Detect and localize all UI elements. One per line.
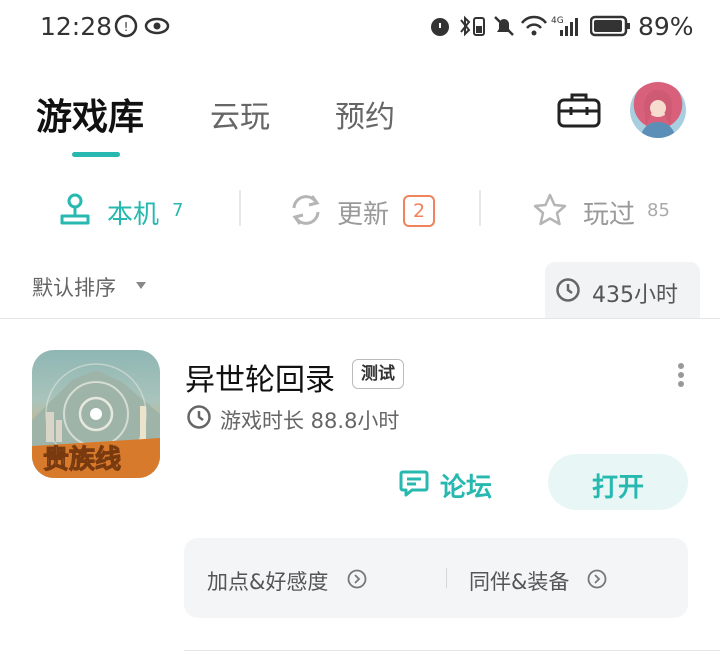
mute-icon bbox=[494, 16, 514, 36]
tab-game-library[interactable]: 游戏库 bbox=[36, 88, 144, 140]
battery-percent: 89% bbox=[638, 12, 694, 41]
sub-tab-local-count: 7 bbox=[172, 200, 184, 221]
star-icon bbox=[533, 193, 567, 226]
sub-tab-local[interactable]: 本机 bbox=[107, 194, 159, 231]
svg-text:!: ! bbox=[124, 20, 129, 34]
refresh-icon bbox=[292, 195, 320, 225]
divider bbox=[446, 568, 447, 588]
tab-reservation[interactable]: 预约 bbox=[335, 92, 395, 136]
toolbox-icon[interactable] bbox=[557, 92, 601, 128]
play-time: 游戏时长 88.8小时 bbox=[220, 409, 400, 433]
sub-tab-played[interactable]: 玩过 bbox=[583, 194, 635, 231]
status-bar: 12:28 ! 4G 89% bbox=[0, 0, 720, 56]
forum-button[interactable]: 论坛 bbox=[440, 467, 492, 504]
svg-text:4G: 4G bbox=[551, 16, 564, 26]
game-title[interactable]: 异世轮回录 bbox=[185, 355, 335, 399]
game-test-tag: 测试 bbox=[352, 359, 404, 389]
alarm-icon bbox=[431, 18, 449, 36]
divider bbox=[184, 650, 720, 651]
open-button-label[interactable]: 打开 bbox=[548, 467, 688, 504]
tab-cloud-play[interactable]: 云玩 bbox=[210, 92, 270, 136]
bluetooth-battery-icon bbox=[460, 15, 485, 37]
chevron-right-circle-icon bbox=[347, 569, 367, 589]
more-options-icon[interactable] bbox=[676, 362, 686, 388]
eye-icon bbox=[144, 17, 170, 35]
clock-icon bbox=[556, 278, 580, 302]
chevron-right-circle-icon bbox=[587, 569, 607, 589]
avatar-image bbox=[640, 90, 676, 138]
game-icon-text: 贵族线 bbox=[43, 444, 121, 475]
signal-icon: 4G bbox=[521, 15, 578, 36]
divider bbox=[239, 190, 241, 226]
clock-icon bbox=[187, 405, 211, 429]
update-count-badge: 2 bbox=[403, 195, 435, 227]
sub-tab-update[interactable]: 更新 bbox=[337, 194, 389, 231]
guide-link-points[interactable]: 加点&好感度 bbox=[207, 566, 328, 596]
forum-icon bbox=[399, 470, 429, 497]
active-tab-indicator bbox=[72, 152, 120, 157]
notification-icon: ! bbox=[114, 14, 138, 38]
game-icon[interactable]: 贵族线 bbox=[32, 350, 160, 478]
battery-icon bbox=[590, 15, 630, 37]
status-time: 12:28 bbox=[40, 12, 113, 41]
game-icon-art: 贵族线 bbox=[32, 363, 160, 478]
guide-link-companions[interactable]: 同伴&装备 bbox=[469, 566, 569, 596]
caret-down-icon bbox=[136, 282, 146, 289]
local-device-icon bbox=[60, 193, 90, 225]
divider bbox=[479, 190, 481, 226]
sub-tab-played-count: 85 bbox=[647, 200, 670, 221]
avatar[interactable] bbox=[630, 82, 686, 138]
divider bbox=[0, 318, 720, 319]
sort-dropdown[interactable]: 默认排序 bbox=[32, 272, 116, 302]
total-hours: 435小时 bbox=[592, 283, 678, 308]
